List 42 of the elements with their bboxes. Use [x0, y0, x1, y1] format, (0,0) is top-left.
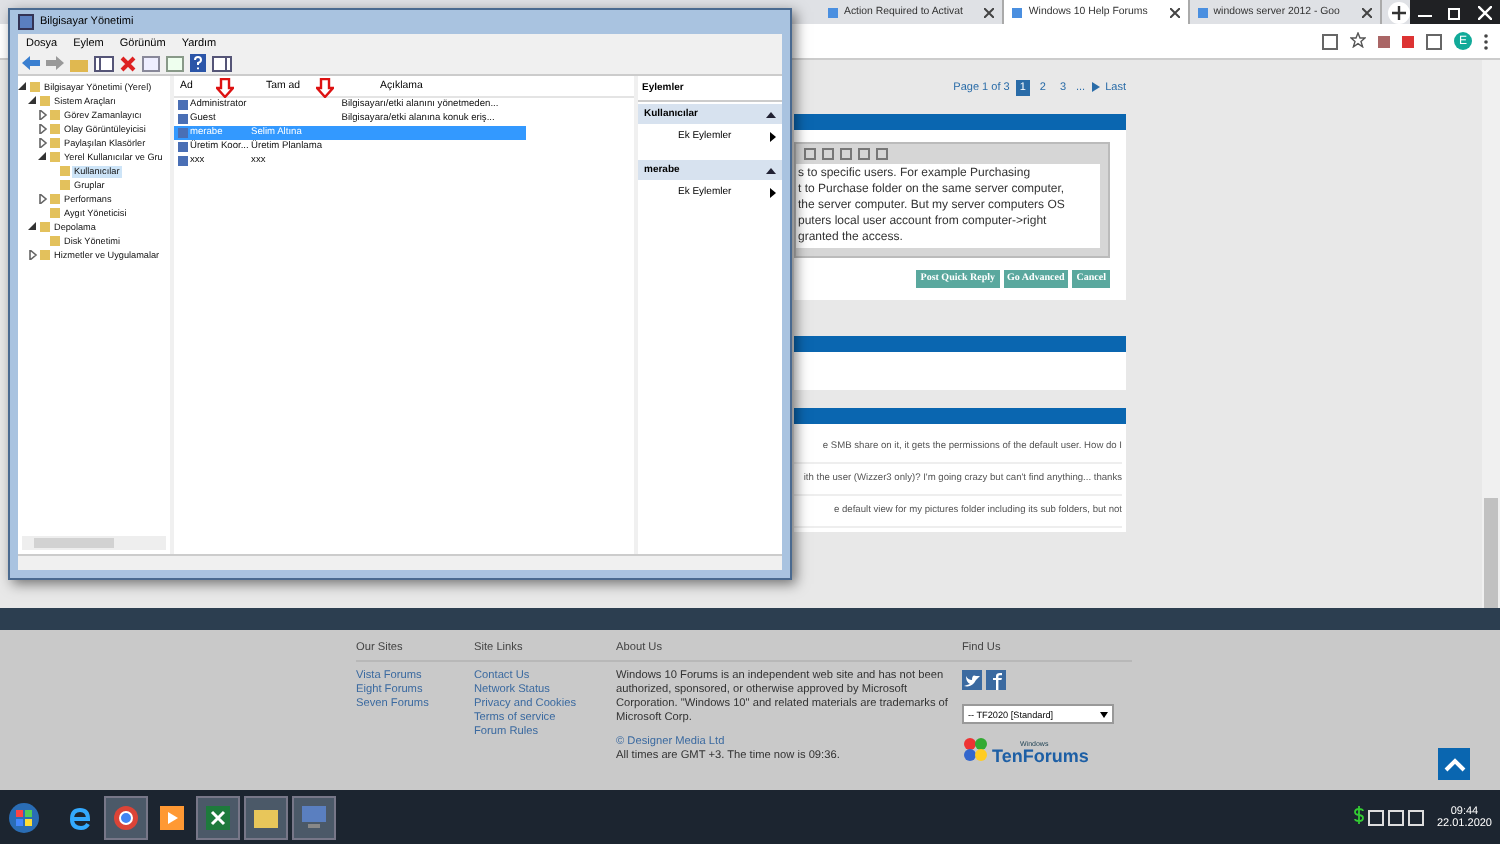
expand-arrow-icon[interactable] [38, 110, 48, 120]
back-to-top-button[interactable] [1438, 748, 1470, 780]
delete-icon[interactable] [120, 55, 136, 71]
chevron-up-icon [1443, 757, 1465, 771]
collapse-arrow-icon[interactable] [38, 152, 48, 162]
submenu-arrow-icon [770, 131, 776, 141]
collapse-arrow-icon[interactable] [28, 96, 38, 106]
collapse-arrow-icon[interactable] [18, 82, 28, 92]
expand-arrow-icon[interactable] [28, 250, 38, 260]
new-tab-button[interactable] [1387, 1, 1410, 23]
collapse-arrow-icon[interactable] [28, 222, 38, 232]
reply-editor[interactable] [794, 142, 1110, 258]
collapse-triangle-icon[interactable] [766, 111, 776, 117]
star-icon[interactable] [1350, 31, 1366, 51]
action-pane-icon[interactable] [212, 55, 232, 71]
close-icon[interactable] [1361, 7, 1372, 17]
close-icon[interactable] [1169, 7, 1180, 17]
scrollbar[interactable] [22, 536, 166, 550]
submenu-arrow-icon [770, 187, 776, 197]
start-button[interactable] [8, 801, 40, 833]
expand-arrow-icon[interactable] [38, 138, 48, 148]
folder-icon[interactable] [244, 795, 288, 839]
expand-arrow-icon[interactable] [38, 194, 48, 204]
expand-arrow-icon[interactable] [38, 124, 48, 134]
spreadsheet-icon[interactable] [196, 795, 240, 839]
favicon-icon [828, 7, 838, 17]
logo-wordmark: TenForums [992, 749, 1089, 761]
console-tree-icon[interactable] [94, 55, 114, 71]
dollar-icon[interactable] [1354, 806, 1365, 828]
close-icon[interactable] [984, 7, 995, 17]
dropdown-caret-icon [1100, 711, 1108, 717]
scrollbar[interactable] [1482, 60, 1500, 608]
next-page-button[interactable] [1091, 82, 1100, 92]
twitter-icon[interactable] [962, 670, 982, 690]
facebook-icon[interactable] [986, 670, 1006, 690]
logo-icon [962, 736, 988, 762]
browser-icon[interactable] [104, 795, 148, 839]
back-icon[interactable] [22, 56, 40, 70]
help-icon[interactable] [190, 54, 206, 72]
collapse-triangle-icon[interactable] [766, 167, 776, 173]
favicon-icon [1197, 7, 1208, 17]
favicon-icon [1012, 7, 1023, 17]
